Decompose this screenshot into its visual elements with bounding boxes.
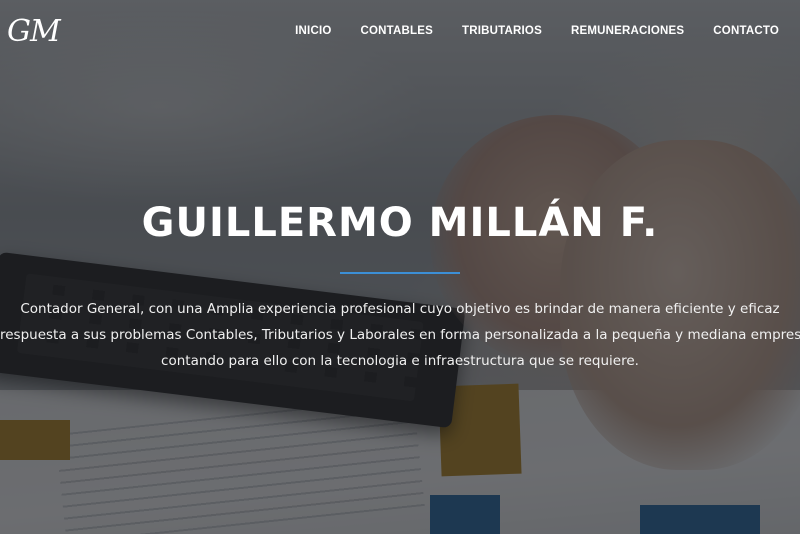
top-navbar: GM INICIO CONTABLES TRIBUTARIOS REMUNERA… xyxy=(0,0,800,66)
hero-description: Contador General, con una Amplia experie… xyxy=(0,296,800,374)
nav-item-contables[interactable]: CONTABLES xyxy=(346,25,448,37)
main-menu: INICIO CONTABLES TRIBUTARIOS REMUNERACIO… xyxy=(281,25,780,37)
nav-item-contacto[interactable]: CONTACTO xyxy=(699,25,780,37)
title-divider xyxy=(340,272,460,274)
description-line: contando para ello con la tecnologia e i… xyxy=(161,353,639,369)
nav-item-tributarios[interactable]: TRIBUTARIOS xyxy=(448,25,557,37)
dark-overlay xyxy=(0,0,800,534)
description-line: respuesta a sus problemas Contables, Tri… xyxy=(0,327,800,343)
nav-item-inicio[interactable]: INICIO xyxy=(281,25,346,37)
description-line: Contador General, con una Amplia experie… xyxy=(20,301,780,317)
nav-item-remuneraciones[interactable]: REMUNERACIONES xyxy=(556,25,698,37)
hero-title: GUILLERMO MILLÁN F. xyxy=(141,200,659,246)
site-logo[interactable]: GM xyxy=(7,14,61,49)
